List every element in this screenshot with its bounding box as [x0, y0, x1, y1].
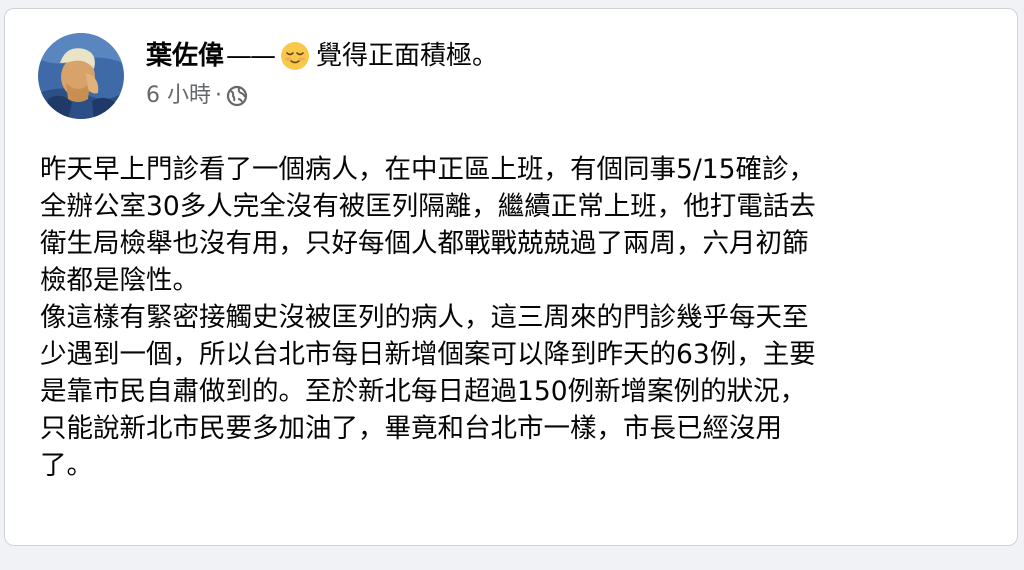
post-paragraph-2: 像這樣有緊密接觸史沒被匡列的病人，這三周來的門診幾乎每天至 少遇到一個，所以台北…: [40, 302, 816, 481]
post-timestamp[interactable]: 6 小時: [146, 83, 211, 109]
title-dash: ——: [226, 41, 276, 71]
post-meta: 葉佐偉 —— 覺得正面積極。 6 小時 ·: [146, 39, 498, 109]
post-header: 葉佐偉 —— 覺得正面積極。 6 小時 ·: [38, 33, 498, 119]
relieved-face-emoji-icon: [280, 41, 310, 71]
post-title-line: 葉佐偉 —— 覺得正面積極。: [146, 39, 498, 73]
author-name[interactable]: 葉佐偉: [146, 39, 224, 73]
globe-icon[interactable]: [226, 85, 248, 107]
feeling-text: 覺得正面積極。: [316, 41, 499, 71]
post-card: 葉佐偉 —— 覺得正面積極。 6 小時 · 昨天早上門診看了一個病人，在中正區上…: [4, 8, 1018, 546]
avatar-image: [38, 33, 124, 119]
post-body: 昨天早上門診看了一個病人，在中正區上班，有個同事5/15確診， 全辦公室30多人…: [40, 151, 985, 484]
separator-dot: ·: [215, 83, 222, 108]
avatar[interactable]: [38, 33, 124, 119]
post-paragraph-1: 昨天早上門診看了一個病人，在中正區上班，有個同事5/15確診， 全辦公室30多人…: [40, 154, 816, 296]
post-subline: 6 小時 ·: [146, 83, 498, 109]
